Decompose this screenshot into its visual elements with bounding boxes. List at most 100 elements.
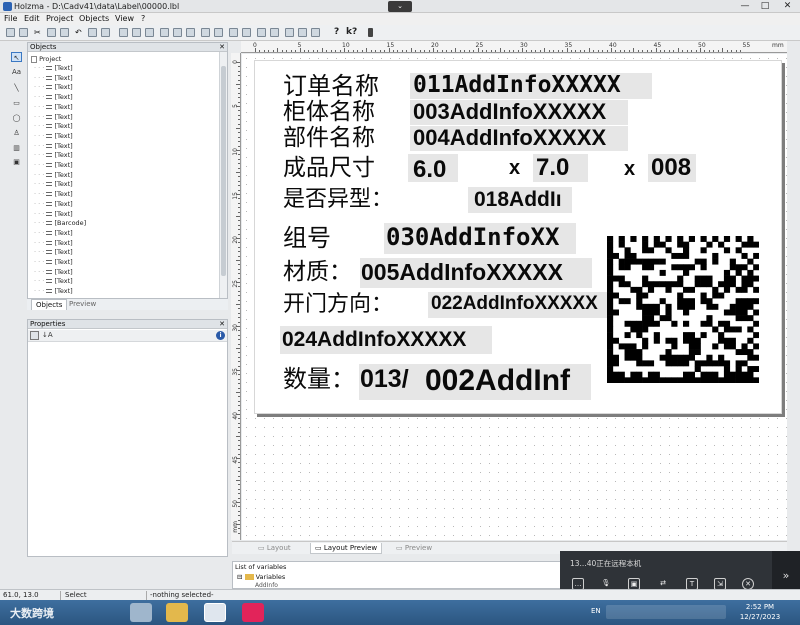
- value-part-name[interactable]: 004AddInfoXXXXX: [413, 127, 606, 149]
- categorized-icon[interactable]: [30, 331, 39, 340]
- variables-child[interactable]: AddInfo: [255, 582, 278, 589]
- label-quantity[interactable]: 数量：: [283, 367, 355, 391]
- align-top-icon[interactable]: [160, 28, 169, 37]
- paste-icon[interactable]: [60, 28, 69, 37]
- tree-item[interactable]: · · · [Text]: [34, 103, 73, 111]
- tree-item[interactable]: · · · [Text]: [34, 200, 73, 208]
- ellipse-tool-icon[interactable]: ◯: [11, 113, 22, 123]
- objects-panel-close-icon[interactable]: ✕: [219, 43, 225, 52]
- value-cabinet-name[interactable]: 003AddInfoXXXXX: [413, 101, 606, 123]
- info-icon[interactable]: i: [216, 331, 225, 340]
- value-door-direction[interactable]: 022AddInfoXXXXX: [431, 294, 598, 313]
- export-icon[interactable]: [101, 28, 110, 37]
- tree-item[interactable]: · · · [Text]: [34, 93, 73, 101]
- variables-root[interactable]: ⊟ Variables: [237, 573, 285, 581]
- label-part-name[interactable]: 部件名称: [283, 127, 375, 150]
- tab-layout-preview[interactable]: ▭ Layout Preview: [310, 543, 383, 554]
- taskbar-explorer-icon[interactable]: [166, 603, 188, 622]
- label-order-name[interactable]: 订单名称: [283, 74, 379, 98]
- group-icon[interactable]: [257, 28, 266, 37]
- tree-item[interactable]: · · · [Text]: [34, 142, 73, 150]
- tree-item[interactable]: · · · [Text]: [34, 239, 73, 247]
- label-group-number[interactable]: 组号: [283, 226, 331, 250]
- value-quantity[interactable]: 013/: [360, 367, 409, 392]
- undo-icon[interactable]: ↶: [75, 28, 84, 37]
- distribute-icon[interactable]: [201, 28, 210, 37]
- value-special-shape[interactable]: 018AddIı: [474, 189, 562, 210]
- info-icon[interactable]: [368, 28, 373, 37]
- grid-icon[interactable]: [214, 28, 223, 37]
- sort-alpha-icon[interactable]: ↓A: [42, 331, 53, 339]
- taskbar-holzma-icon[interactable]: [204, 603, 226, 622]
- value-size-thickness[interactable]: 008: [651, 156, 691, 180]
- tree-item[interactable]: · · · [Text]: [34, 277, 73, 285]
- tree-item[interactable]: · · · [Text]: [34, 258, 73, 266]
- context-help-button[interactable]: k?: [346, 27, 357, 37]
- tree-item[interactable]: · · · [Text]: [34, 287, 73, 295]
- minimize-button[interactable]: —: [735, 0, 755, 13]
- taskbar-app-icon[interactable]: [130, 603, 152, 622]
- tree-item[interactable]: · · · [Text]: [34, 180, 73, 188]
- tab-preview-view[interactable]: ▭ Preview: [392, 543, 436, 554]
- tree-item[interactable]: · · · [Text]: [34, 151, 73, 159]
- tree-item[interactable]: · · · [Text]: [34, 210, 73, 218]
- tree-item[interactable]: · · · [Text]: [34, 83, 73, 91]
- tree-item[interactable]: · · · [Text]: [34, 74, 73, 82]
- tree-root-project[interactable]: Project: [31, 55, 61, 63]
- align-right-icon[interactable]: [145, 28, 154, 37]
- objects-scrollbar[interactable]: [219, 52, 227, 298]
- tree-item[interactable]: · · · [Text]: [34, 190, 73, 198]
- label-material[interactable]: 材质：: [283, 261, 352, 284]
- menu-edit[interactable]: Edit: [24, 14, 40, 23]
- value-order-name[interactable]: 011AddInfoXXXXX: [413, 74, 621, 97]
- zoom-in-icon[interactable]: [298, 28, 307, 37]
- value-size-width[interactable]: 7.0: [536, 156, 569, 180]
- align-center-icon[interactable]: [132, 28, 141, 37]
- label-finished-size[interactable]: 成品尺寸: [283, 157, 375, 180]
- value-material[interactable]: 005AddInfoXXXXX: [361, 261, 563, 284]
- lock-icon[interactable]: [285, 28, 294, 37]
- tree-item[interactable]: · · · [Text]: [34, 268, 73, 276]
- tab-layout[interactable]: ▭ Layout: [254, 543, 295, 554]
- tree-item[interactable]: · · · [Text]: [34, 64, 73, 72]
- language-indicator[interactable]: EN: [591, 607, 601, 615]
- align-left-icon[interactable]: [119, 28, 128, 37]
- text-tool-icon[interactable]: Aa: [11, 67, 22, 77]
- image-tool-icon[interactable]: ♙: [11, 128, 22, 138]
- tree-item[interactable]: · · · [Text]: [34, 171, 73, 179]
- properties-panel-close-icon[interactable]: ✕: [219, 320, 225, 329]
- tree-item[interactable]: · · · [Barcode]: [34, 219, 86, 227]
- select-tool-icon[interactable]: ↖: [11, 52, 22, 62]
- cut-icon[interactable]: ✂: [34, 28, 43, 37]
- menu-file[interactable]: File: [4, 14, 17, 23]
- label-special-shape[interactable]: 是否异型：: [283, 189, 393, 211]
- tree-item[interactable]: · · · [Text]: [34, 113, 73, 121]
- taskbar-clock[interactable]: 2:52 PM 12/27/2023: [736, 602, 784, 622]
- value-group-number[interactable]: 030AddInfoXX: [386, 225, 559, 249]
- help-button[interactable]: ?: [334, 27, 339, 37]
- align-bottom-icon[interactable]: [186, 28, 195, 37]
- tree-item[interactable]: · · · [Text]: [34, 122, 73, 130]
- copy-icon[interactable]: [47, 28, 56, 37]
- menu-help[interactable]: ?: [141, 14, 145, 23]
- align-middle-icon[interactable]: [173, 28, 182, 37]
- datamatrix-barcode[interactable]: [607, 236, 759, 383]
- value-info-002[interactable]: 002AddInf: [425, 366, 570, 396]
- label-cabinet-name[interactable]: 柜体名称: [283, 101, 375, 124]
- datamatrix-tool-icon[interactable]: ▣: [11, 157, 22, 167]
- tree-item[interactable]: · · · [Text]: [34, 161, 73, 169]
- tree-item[interactable]: · · · [Text]: [34, 229, 73, 237]
- send-back-icon[interactable]: [242, 28, 251, 37]
- print-icon[interactable]: [19, 28, 28, 37]
- menu-project[interactable]: Project: [46, 14, 73, 23]
- label-door-direction[interactable]: 开门方向：: [283, 294, 393, 316]
- system-tray-icons[interactable]: [606, 605, 726, 619]
- value-info-024[interactable]: 024AddInfoXXXXX: [282, 329, 466, 350]
- ungroup-icon[interactable]: [270, 28, 279, 37]
- rectangle-tool-icon[interactable]: ▭: [11, 98, 22, 108]
- tree-item[interactable]: · · · [Text]: [34, 248, 73, 256]
- tab-objects[interactable]: Objects: [31, 299, 68, 310]
- tree-item[interactable]: · · · [Text]: [34, 132, 73, 140]
- objects-scroll-thumb[interactable]: [221, 66, 226, 276]
- zoom-out-icon[interactable]: [311, 28, 320, 37]
